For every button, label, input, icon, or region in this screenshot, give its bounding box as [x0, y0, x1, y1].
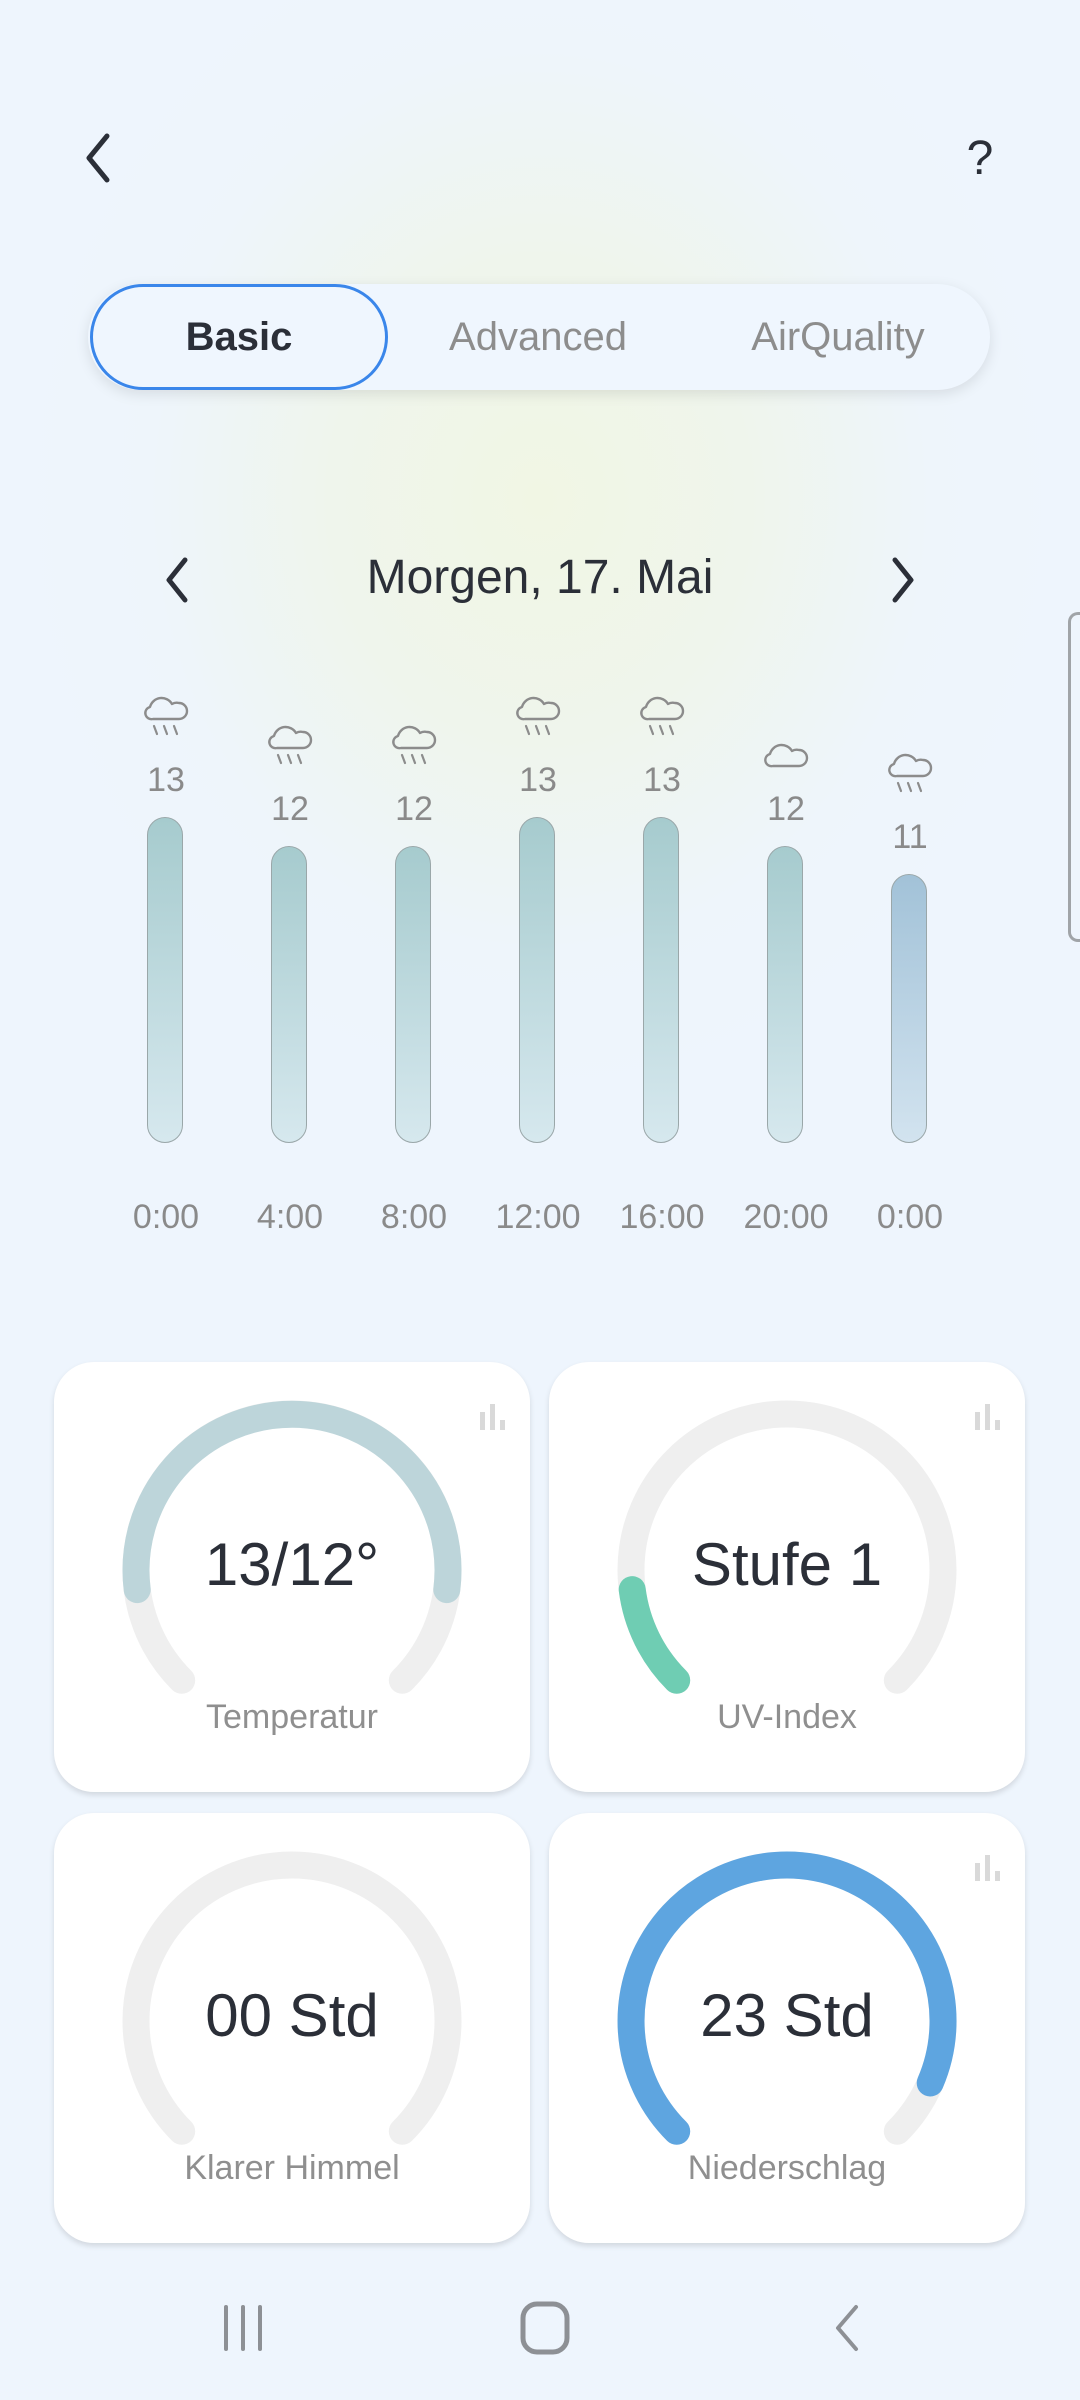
- time-label: 20:00: [743, 1198, 829, 1236]
- time-label: 8:00: [380, 1198, 448, 1236]
- rain-cloud-icon: [640, 696, 685, 736]
- rain-cloud-icon: [144, 696, 189, 736]
- tab-basic[interactable]: Basic: [90, 284, 388, 390]
- chart-column: 11 0:00: [848, 660, 972, 1260]
- temperature-label: 12: [767, 790, 805, 828]
- tab-advanced[interactable]: Advanced: [388, 284, 688, 390]
- temperature-label: Temperatur: [206, 1698, 378, 1736]
- time-label: 0:00: [876, 1198, 944, 1236]
- chart-column: 13 16:00: [600, 660, 724, 1260]
- temperature-label: 13: [147, 761, 185, 799]
- temperature-value: 13/12°: [204, 1531, 380, 1598]
- system-back-button[interactable]: [787, 2290, 907, 2366]
- clear-sky-card[interactable]: 00 Std Klarer Himmel: [54, 1813, 530, 2243]
- rain-cloud-icon: [516, 696, 561, 736]
- rain-cloud-icon: [888, 753, 933, 793]
- temperature-bar[interactable]: [643, 817, 679, 1143]
- mode-tabs: Basic Advanced AirQuality: [88, 284, 990, 390]
- temperature-bar[interactable]: [767, 846, 803, 1143]
- bar-chart-icon[interactable]: [973, 1402, 1003, 1430]
- home-icon: [520, 2301, 570, 2355]
- tab-airquality[interactable]: AirQuality: [688, 284, 988, 390]
- chart-column: 12 8:00: [352, 660, 476, 1260]
- precipitation-card[interactable]: 23 Std Niederschlag: [549, 1813, 1025, 2243]
- cloud-icon: [764, 743, 809, 768]
- chevron-left-icon: [86, 133, 110, 183]
- back-icon: [836, 2305, 858, 2351]
- temperature-label: 12: [395, 790, 433, 828]
- uv-index-card[interactable]: Stufe 1 UV-Index: [549, 1362, 1025, 1792]
- temperature-label: 13: [643, 761, 681, 799]
- uv-index-value: Stufe 1: [691, 1531, 883, 1598]
- temperature-label: 11: [892, 818, 928, 856]
- bar-chart-icon[interactable]: [973, 1853, 1003, 1881]
- recents-icon: [224, 2305, 262, 2351]
- temperature-label: 13: [519, 761, 557, 799]
- chart-column: 12 20:00: [724, 660, 848, 1260]
- time-label: 12:00: [495, 1198, 581, 1236]
- chart-column: 12 4:00: [228, 660, 352, 1260]
- chart-column: 13 0:00: [104, 660, 228, 1260]
- temperature-label: 12: [271, 790, 309, 828]
- rain-cloud-icon: [268, 725, 313, 765]
- temperature-bar[interactable]: [519, 817, 555, 1143]
- chevron-right-icon: [892, 557, 914, 603]
- help-icon: ?: [966, 131, 994, 185]
- rain-cloud-icon: [392, 725, 437, 765]
- time-label: 16:00: [619, 1198, 705, 1236]
- time-label: 4:00: [256, 1198, 324, 1236]
- back-button[interactable]: [70, 120, 126, 196]
- temperature-card[interactable]: 13/12° Temperatur: [54, 1362, 530, 1792]
- clear-sky-label: Klarer Himmel: [184, 2149, 400, 2187]
- gauge-fill: [618, 1576, 691, 1694]
- next-day-button[interactable]: [872, 548, 936, 612]
- hourly-temperature-chart: 13 0:00 12 4:00 12 8:00 13 12:00 13 16:00 12 20:00 1…: [0, 660, 1080, 1260]
- temperature-bar[interactable]: [395, 846, 431, 1143]
- date-navigator: Morgen, 17. Mai: [140, 540, 940, 620]
- system-navigation-bar: [0, 2290, 1080, 2400]
- time-label: 0:00: [132, 1198, 200, 1236]
- temperature-bar[interactable]: [147, 817, 183, 1143]
- recents-button[interactable]: [183, 2290, 303, 2366]
- precipitation-value: 23 Std: [700, 1982, 874, 2049]
- bar-chart-icon[interactable]: [478, 1402, 508, 1430]
- clear-sky-value: 00 Std: [205, 1982, 379, 2049]
- home-button[interactable]: [485, 2290, 605, 2366]
- date-title: Morgen, 17. Mai: [366, 551, 714, 604]
- chart-column: 13 12:00: [476, 660, 600, 1260]
- help-button[interactable]: ?: [950, 120, 1010, 196]
- precipitation-label: Niederschlag: [687, 2149, 887, 2187]
- uv-index-label: UV-Index: [717, 1698, 857, 1736]
- temperature-bar[interactable]: [271, 846, 307, 1143]
- temperature-bar[interactable]: [891, 874, 927, 1143]
- scrollbar[interactable]: [1068, 612, 1080, 942]
